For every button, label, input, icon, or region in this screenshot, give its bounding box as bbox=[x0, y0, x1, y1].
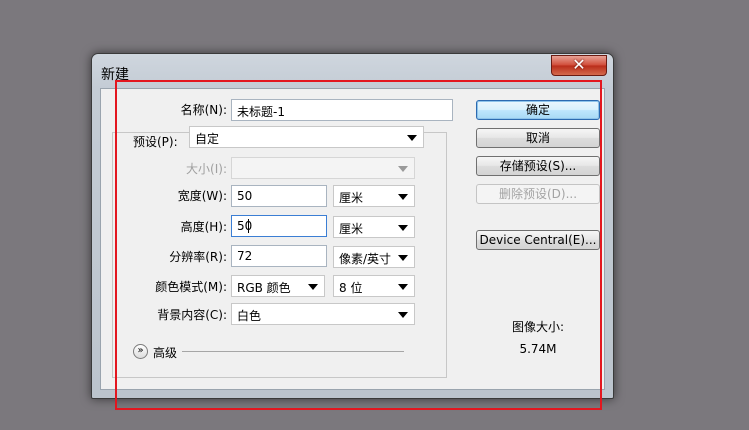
name-value: 未标题-1 bbox=[237, 105, 285, 119]
ok-button[interactable]: 确定 bbox=[476, 100, 600, 120]
advanced-toggle-label[interactable]: 高级 bbox=[153, 344, 177, 361]
resolution-unit-value: 像素/英寸 bbox=[339, 252, 392, 266]
resolution-unit-select[interactable]: 像素/英寸 bbox=[333, 246, 415, 268]
delete-preset-button[interactable]: 删除预设(D)... bbox=[476, 184, 600, 204]
device-central-button[interactable]: Device Central(E)... bbox=[476, 230, 600, 250]
resolution-value: 72 bbox=[237, 249, 253, 263]
image-size-label: 图像大小: bbox=[511, 320, 565, 334]
resolution-input[interactable]: 72 bbox=[231, 245, 327, 267]
double-chevron-down-icon[interactable]: » bbox=[133, 344, 148, 359]
name-label: 名称(N): bbox=[180, 103, 227, 117]
chevron-down-icon bbox=[398, 225, 408, 231]
resolution-label: 分辨率(R): bbox=[169, 250, 227, 264]
chevron-down-icon bbox=[398, 284, 408, 290]
background-select[interactable]: 白色 bbox=[231, 303, 415, 325]
bit-depth-value: 8 位 bbox=[339, 281, 363, 295]
width-unit-select[interactable]: 厘米 bbox=[333, 185, 415, 207]
bit-depth-select[interactable]: 8 位 bbox=[333, 275, 415, 297]
width-label: 宽度(W): bbox=[177, 189, 227, 203]
width-input[interactable]: 50 bbox=[231, 185, 327, 207]
background-label: 背景内容(C): bbox=[157, 308, 227, 322]
close-icon: ✕ bbox=[572, 55, 586, 74]
name-input[interactable]: 未标题-1 bbox=[231, 99, 453, 121]
chevron-down-icon bbox=[407, 135, 417, 141]
image-size-value: 5.74M bbox=[519, 342, 557, 356]
color-mode-value: RGB 颜色 bbox=[237, 281, 291, 295]
chevron-down-icon bbox=[398, 194, 408, 200]
width-unit-value: 厘米 bbox=[339, 191, 364, 205]
save-preset-button[interactable]: 存储预设(S)... bbox=[476, 156, 600, 176]
chevron-down-icon bbox=[398, 166, 408, 172]
chevron-down-icon bbox=[398, 312, 408, 318]
preset-select[interactable]: 自定 bbox=[189, 126, 424, 148]
preset-label: 预设(P): bbox=[131, 133, 180, 150]
size-select[interactable] bbox=[231, 157, 415, 179]
height-unit-value: 厘米 bbox=[339, 222, 364, 236]
text-caret bbox=[248, 219, 249, 233]
color-mode-label: 颜色模式(M): bbox=[155, 280, 227, 294]
chevron-down-icon bbox=[308, 284, 318, 290]
height-value: 50 bbox=[237, 219, 253, 233]
dialog-body: 名称(N): 未标题-1 预设(P): 自定 大小(I): 宽度(W): 50 … bbox=[100, 88, 605, 390]
height-unit-select[interactable]: 厘米 bbox=[333, 216, 415, 238]
close-button[interactable]: ✕ bbox=[551, 55, 607, 76]
preset-value: 自定 bbox=[195, 132, 220, 146]
new-document-dialog: 新建 ✕ 名称(N): 未标题-1 预设(P): 自定 大小(I): 宽度(W)… bbox=[91, 53, 614, 399]
size-label: 大小(I): bbox=[186, 162, 227, 176]
width-value: 50 bbox=[237, 189, 253, 203]
height-input[interactable]: 50 bbox=[231, 215, 327, 237]
cancel-button[interactable]: 取消 bbox=[476, 128, 600, 148]
advanced-divider bbox=[182, 351, 404, 352]
dialog-title: 新建 bbox=[101, 67, 129, 83]
height-label: 高度(H): bbox=[180, 220, 227, 234]
background-value: 白色 bbox=[237, 309, 262, 323]
color-mode-select[interactable]: RGB 颜色 bbox=[231, 275, 325, 297]
dialog-titlebar[interactable]: 新建 ✕ bbox=[92, 54, 613, 88]
chevron-down-icon bbox=[398, 255, 408, 261]
